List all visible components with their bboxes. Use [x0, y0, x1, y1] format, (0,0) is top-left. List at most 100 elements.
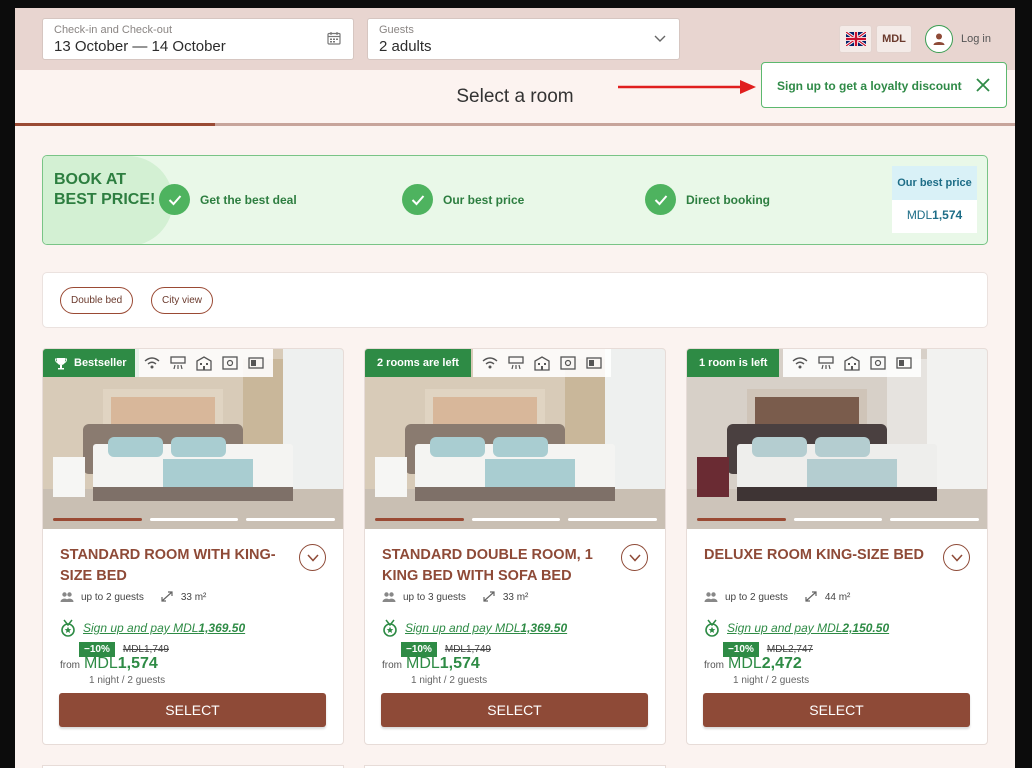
- room-badge: 1 room is left: [687, 349, 780, 377]
- room-name[interactable]: DELUXE ROOM KING-SIZE BED: [704, 545, 939, 566]
- best-price-currency: MDL: [906, 208, 933, 222]
- date-range-value: 13 October — 14 October: [54, 38, 226, 55]
- best-price-amount: 1,574: [932, 208, 963, 222]
- chevron-down-icon: [950, 553, 963, 562]
- wifi-icon: [144, 357, 160, 369]
- close-icon[interactable]: [974, 76, 992, 94]
- date-range-field[interactable]: Check-in and Check-out 13 October — 14 O…: [42, 18, 354, 60]
- best-price-value: MDL1,574: [892, 200, 977, 230]
- photo-carousel-dots[interactable]: [697, 518, 980, 521]
- air-conditioner-icon: [508, 356, 524, 370]
- banner-feature: Get the best deal: [159, 184, 297, 215]
- price-nights: 1 night / 2 guests: [733, 675, 810, 686]
- price-nights: 1 night / 2 guests: [411, 675, 488, 686]
- loyalty-promo-text: Sign up and pay MDL1,369.50: [83, 621, 246, 635]
- checkmark-icon: [402, 184, 433, 215]
- user-icon: [933, 33, 945, 45]
- carousel-dot[interactable]: [53, 518, 142, 521]
- expand-details-button[interactable]: [621, 544, 648, 571]
- banner-feature-label: Get the best deal: [200, 192, 297, 207]
- banner-feature: Our best price: [402, 184, 524, 215]
- carousel-dot[interactable]: [697, 518, 786, 521]
- old-price: MDL1,749: [122, 644, 169, 655]
- guests-select[interactable]: Guests 2 adults: [367, 18, 680, 60]
- medal-icon: [705, 619, 719, 637]
- old-price: MDL2,747: [766, 644, 813, 655]
- banner-headline: BOOK AT BEST PRICE!: [54, 171, 156, 208]
- medal-icon: [61, 619, 75, 637]
- loyalty-promo[interactable]: Sign up and pay MDL1,369.50: [382, 619, 567, 637]
- step-progress-fill: [15, 123, 215, 126]
- carousel-dot[interactable]: [793, 518, 883, 521]
- select-room-button[interactable]: SELECT: [59, 693, 326, 727]
- calendar-icon: [327, 32, 341, 45]
- air-conditioner-icon: [170, 356, 186, 370]
- expand-details-button[interactable]: [299, 544, 326, 571]
- area-icon: [483, 591, 495, 602]
- banner-feature: Direct booking: [645, 184, 770, 215]
- room-name[interactable]: STANDARD ROOM WITH KING-SIZE BED: [60, 545, 295, 587]
- amenities-strip: [783, 349, 921, 377]
- room-meta: up to 2 guests 33 m²: [60, 591, 206, 603]
- carousel-dot[interactable]: [149, 518, 239, 521]
- loyalty-promo[interactable]: Sign up and pay MDL2,150.50: [704, 619, 889, 637]
- language-button[interactable]: [839, 25, 872, 53]
- room-photo[interactable]: 1 room is left: [687, 349, 987, 529]
- room-photo[interactable]: Bestseller: [43, 349, 343, 529]
- tv-icon: [248, 357, 264, 369]
- select-room-button[interactable]: SELECT: [381, 693, 648, 727]
- room-meta: up to 2 guests 44 m²: [704, 591, 850, 603]
- loyalty-tooltip-text[interactable]: Sign up to get a loyalty discount: [777, 79, 962, 93]
- price-nights: 1 night / 2 guests: [89, 675, 166, 686]
- room-card: 2 rooms are left STANDARD DOUBLE ROOM, 1…: [364, 348, 666, 745]
- medal-icon: [383, 619, 397, 637]
- chevron-down-icon: [628, 553, 641, 562]
- uk-flag-icon: [846, 32, 866, 46]
- room-photo[interactable]: 2 rooms are left: [365, 349, 665, 529]
- photo-carousel-dots[interactable]: [53, 518, 336, 521]
- best-price-label: Our best price: [892, 166, 977, 200]
- air-conditioner-icon: [818, 356, 834, 370]
- select-room-button[interactable]: SELECT: [703, 693, 970, 727]
- building-icon: [196, 356, 212, 371]
- building-icon: [534, 356, 550, 371]
- best-price-banner: BOOK AT BEST PRICE! Get the best deal Ou…: [42, 155, 988, 245]
- chevron-down-icon: [654, 35, 666, 42]
- carousel-dot[interactable]: [890, 518, 980, 521]
- room-card: Bestseller STANDARD ROOM WITH KING-SIZE …: [42, 348, 344, 745]
- expand-details-button[interactable]: [943, 544, 970, 571]
- chevron-down-icon: [306, 553, 319, 562]
- login-button[interactable]: Log in: [925, 24, 991, 54]
- login-label: Log in: [961, 33, 991, 45]
- room-name[interactable]: STANDARD DOUBLE ROOM, 1 KING BED WITH SO…: [382, 545, 617, 587]
- carousel-dot[interactable]: [375, 518, 464, 521]
- filter-chip-city-view[interactable]: City view: [151, 287, 214, 314]
- amenities-strip: [135, 349, 273, 377]
- safe-icon: [870, 356, 886, 370]
- carousel-dot[interactable]: [246, 518, 336, 521]
- carousel-dot[interactable]: [471, 518, 561, 521]
- banner-feature-label: Our best price: [443, 192, 525, 207]
- room-guests: up to 2 guests: [725, 591, 788, 603]
- guests-value: 2 adults: [379, 38, 432, 55]
- price-from-label: from: [382, 660, 402, 671]
- carousel-dot[interactable]: [568, 518, 658, 521]
- currency-button[interactable]: MDL: [876, 25, 912, 53]
- room-guests: up to 3 guests: [403, 591, 466, 603]
- area-icon: [161, 591, 173, 602]
- price-currency: MDL: [728, 655, 762, 672]
- checkmark-icon: [159, 184, 190, 215]
- room-guests: up to 2 guests: [81, 591, 144, 603]
- room-area: 33 m²: [180, 591, 207, 603]
- old-price: MDL1,749: [444, 644, 491, 655]
- price-currency: MDL: [84, 655, 118, 672]
- photo-carousel-dots[interactable]: [375, 518, 658, 521]
- loyalty-promo-text: Sign up and pay MDL1,369.50: [405, 621, 568, 635]
- price-from-label: from: [704, 660, 724, 671]
- loyalty-promo[interactable]: Sign up and pay MDL1,369.50: [60, 619, 245, 637]
- date-range-label: Check-in and Check-out: [54, 24, 173, 36]
- room-meta: up to 3 guests 33 m²: [382, 591, 528, 603]
- user-avatar: [925, 25, 953, 53]
- filter-chip-double-bed[interactable]: Double bed: [60, 287, 134, 314]
- price-value: 1,574: [117, 655, 158, 672]
